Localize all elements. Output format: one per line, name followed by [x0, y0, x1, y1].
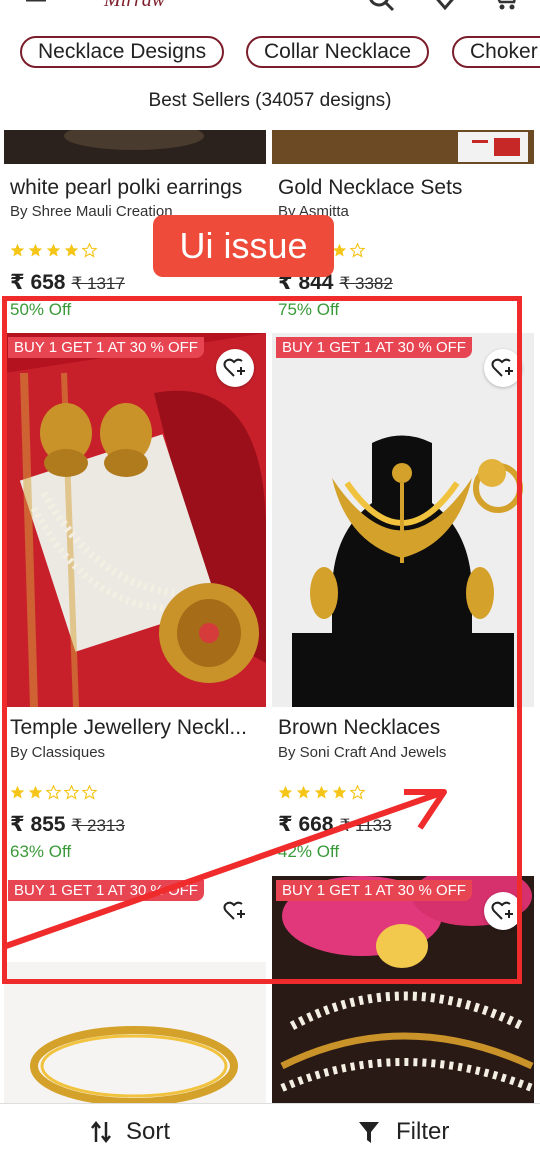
product-image[interactable]	[4, 130, 266, 164]
star-icon	[64, 785, 79, 800]
chip-choker[interactable]: Choker	[452, 36, 540, 68]
wishlist-add-icon	[491, 901, 513, 920]
star-icon	[46, 243, 61, 257]
cart-icon[interactable]	[494, 0, 520, 14]
star-icon	[10, 785, 25, 799]
product-title[interactable]: Temple Jewellery Neckl...	[10, 716, 264, 740]
top-app-bar: Mirraw	[0, 0, 540, 30]
search-icon[interactable]	[366, 0, 396, 12]
discount-text: 75% Off	[278, 300, 340, 319]
product-card[interactable]: BUY 1 GET 1 AT 30 % OFF	[272, 876, 534, 1103]
star-icon	[82, 785, 97, 800]
back-arrow-icon[interactable]	[22, 0, 50, 12]
star-icon	[350, 785, 365, 800]
offer-badge: BUY 1 GET 1 AT 30 % OFF	[276, 880, 472, 901]
product-price: ₹ 855 ₹ 2313	[10, 812, 125, 837]
star-icon	[10, 243, 25, 257]
sale-price: ₹ 668	[278, 813, 334, 836]
annotation-label: Ui issue	[153, 215, 334, 277]
star-icon	[278, 785, 293, 799]
sort-icon	[91, 1120, 111, 1144]
star-icon	[82, 243, 97, 258]
star-icon	[296, 785, 311, 799]
wishlist-add-icon	[223, 901, 245, 920]
discount-text: 42% Off	[278, 842, 340, 861]
offer-badge: BUY 1 GET 1 AT 30 % OFF	[8, 337, 204, 358]
wishlist-button[interactable]	[484, 349, 522, 387]
sort-label: Sort	[126, 1118, 171, 1145]
product-card[interactable]: BUY 1 GET 1 AT 30 % OFF	[4, 876, 266, 1103]
category-chips: Necklace Designs Collar Necklace Choker	[0, 36, 540, 70]
star-icon	[350, 243, 365, 258]
product-price: ₹ 668 ₹ 1133	[278, 812, 392, 837]
product-title[interactable]: white pearl polki earrings	[10, 176, 264, 200]
rating-stars	[10, 785, 97, 800]
rating-stars	[10, 243, 97, 258]
product-card[interactable]: BUY 1 GET 1 AT 30 % OFF Temple Jewellery…	[4, 333, 266, 873]
mrp-price: ₹ 2313	[71, 816, 125, 835]
filter-label: Filter	[396, 1118, 450, 1145]
heart-icon[interactable]	[430, 0, 460, 12]
bottom-action-bar: Sort Filter	[0, 1103, 540, 1154]
star-icon	[46, 785, 61, 800]
sort-button[interactable]: Sort	[90, 1118, 170, 1146]
star-icon	[314, 785, 329, 799]
star-icon	[64, 243, 79, 257]
wishlist-button[interactable]	[216, 349, 254, 387]
product-brand[interactable]: By Soni Craft And Jewels	[278, 744, 532, 761]
chip-collar-necklace[interactable]: Collar Necklace	[246, 36, 430, 68]
filter-icon	[359, 1122, 379, 1143]
wishlist-button[interactable]	[216, 892, 254, 930]
svg-text:Mirraw: Mirraw	[103, 0, 166, 11]
star-icon	[332, 785, 347, 799]
mrp-price: ₹ 1133	[339, 816, 392, 835]
mrp-price: ₹ 3382	[339, 274, 393, 293]
offer-badge: BUY 1 GET 1 AT 30 % OFF	[276, 337, 472, 358]
product-price: ₹ 658 ₹ 1317	[10, 270, 125, 295]
discount-text: 50% Off	[10, 300, 72, 319]
wishlist-button[interactable]	[484, 892, 522, 930]
star-icon	[28, 243, 43, 257]
rating-stars	[278, 785, 365, 800]
product-image[interactable]	[272, 130, 534, 164]
wishlist-add-icon	[223, 358, 245, 377]
star-icon	[28, 785, 43, 799]
sale-price: ₹ 658	[10, 271, 66, 294]
results-count: Best Sellers (34057 designs)	[148, 90, 392, 111]
product-card[interactable]: BUY 1 GET 1 AT 30 % OFF Brown Necklaces …	[272, 333, 534, 873]
discount-text: 63% Off	[10, 842, 72, 861]
product-image[interactable]	[272, 333, 534, 707]
brand-logo[interactable]: Mirraw	[100, 0, 190, 18]
offer-badge: BUY 1 GET 1 AT 30 % OFF	[8, 880, 204, 901]
product-image[interactable]	[4, 333, 266, 707]
filter-button[interactable]: Filter	[358, 1118, 449, 1146]
product-title[interactable]: Gold Necklace Sets	[278, 176, 532, 200]
chip-necklace-designs[interactable]: Necklace Designs	[20, 36, 225, 68]
product-title[interactable]: Brown Necklaces	[278, 716, 532, 740]
mrp-price: ₹ 1317	[71, 274, 125, 293]
star-icon	[332, 243, 347, 257]
wishlist-add-icon	[491, 358, 513, 377]
product-brand[interactable]: By Classiques	[10, 744, 264, 761]
sale-price: ₹ 855	[10, 813, 66, 836]
